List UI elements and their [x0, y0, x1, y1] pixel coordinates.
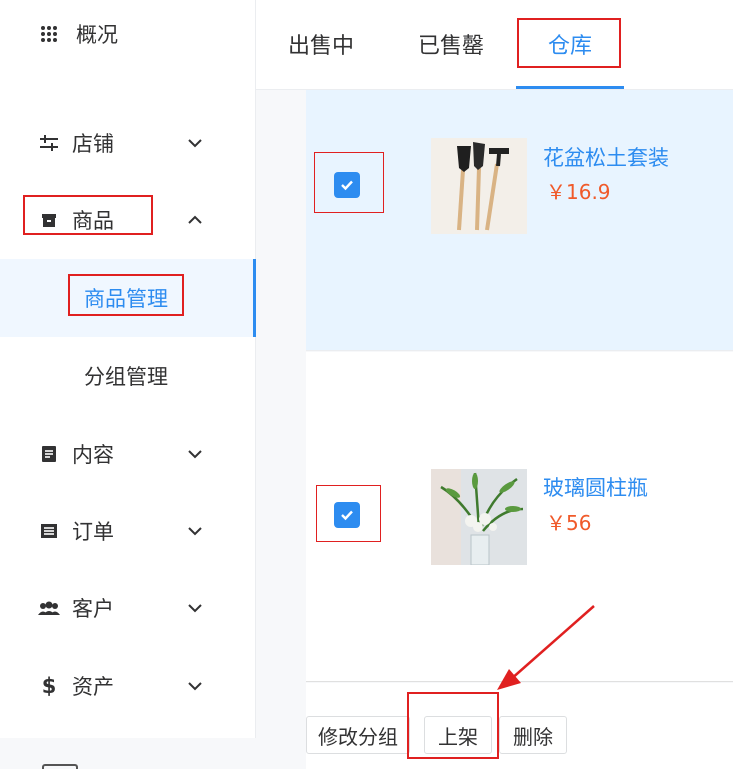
- sidebar: 概况 店铺 商品 商品管理 分组管理 内容 订单 客户 $ 资产: [0, 0, 256, 769]
- tab-on-sale[interactable]: 出售中: [288, 28, 354, 60]
- sidebar-item-label: 资产: [72, 675, 114, 699]
- dollar-icon: $: [41, 674, 57, 698]
- sidebar-item-label: 订单: [72, 520, 114, 544]
- sidebar-item-label: 商品: [72, 209, 114, 233]
- sidebar-footer: [0, 738, 256, 769]
- box-icon: [38, 209, 60, 231]
- chevron-down-icon: [188, 604, 202, 613]
- tab-bar: 出售中 已售罄 仓库: [256, 0, 733, 90]
- chevron-down-icon: [188, 682, 202, 691]
- sidebar-item-label: 客户: [72, 597, 114, 621]
- chevron-up-icon: [188, 215, 202, 224]
- sidebar-item-label: 内容: [72, 443, 114, 467]
- product-price: ￥56: [546, 511, 592, 535]
- sliders-icon: [38, 132, 60, 154]
- product-list: 花盆松土套装 ￥16.9 玻璃圆柱瓶 ￥56 修改分组 上架 删除: [256, 90, 733, 769]
- sidebar-subitem-label: 分组管理: [84, 365, 168, 389]
- users-icon: [38, 597, 60, 619]
- product-name[interactable]: 玻璃圆柱瓶: [543, 472, 648, 502]
- chevron-down-icon: [188, 527, 202, 536]
- chevron-down-icon: [188, 139, 202, 148]
- list-item[interactable]: 花盆松土套装 ￥16.9: [306, 90, 733, 351]
- sidebar-subitem-group-management[interactable]: 分组管理: [0, 337, 256, 415]
- sidebar-subitem-goods-management[interactable]: 商品管理: [0, 259, 256, 337]
- list-icon: [38, 520, 60, 542]
- product-price: ￥16.9: [546, 180, 611, 204]
- sidebar-item-label: 概况: [76, 23, 118, 47]
- list-item[interactable]: 玻璃圆柱瓶 ￥56: [306, 352, 733, 682]
- sidebar-item-store[interactable]: 店铺: [0, 118, 256, 168]
- document-icon: [38, 443, 60, 465]
- sidebar-item-assets[interactable]: $ 资产: [0, 661, 256, 711]
- list-on-shelf-button[interactable]: 上架: [424, 716, 492, 754]
- sidebar-item-overview[interactable]: 概况: [0, 9, 256, 59]
- sidebar-item-goods[interactable]: 商品: [0, 195, 256, 245]
- sidebar-item-content[interactable]: 内容: [0, 429, 256, 479]
- glass-vase-image: [431, 469, 527, 565]
- product-checkbox[interactable]: [334, 502, 360, 528]
- active-tab-indicator: [516, 86, 624, 89]
- sidebar-subitem-label: 商品管理: [84, 287, 168, 311]
- batch-action-bar: 修改分组 上架 删除: [306, 683, 733, 769]
- sidebar-item-label: 店铺: [72, 132, 114, 156]
- grid-dots-icon: [38, 23, 60, 45]
- collapse-icon[interactable]: [42, 764, 78, 769]
- garden-tools-image: [431, 138, 527, 234]
- chevron-down-icon: [188, 450, 202, 459]
- product-checkbox[interactable]: [334, 172, 360, 198]
- sidebar-item-customers[interactable]: 客户: [0, 583, 256, 633]
- tab-warehouse[interactable]: 仓库: [548, 28, 592, 60]
- product-name[interactable]: 花盆松土套装: [543, 142, 669, 172]
- delete-button[interactable]: 删除: [499, 716, 567, 754]
- tab-sold-out[interactable]: 已售罄: [418, 28, 484, 60]
- app-root: 概况 店铺 商品 商品管理 分组管理 内容 订单 客户 $ 资产 出售中 已售罄…: [0, 0, 733, 769]
- edit-group-button[interactable]: 修改分组: [306, 716, 410, 754]
- sidebar-item-orders[interactable]: 订单: [0, 506, 256, 556]
